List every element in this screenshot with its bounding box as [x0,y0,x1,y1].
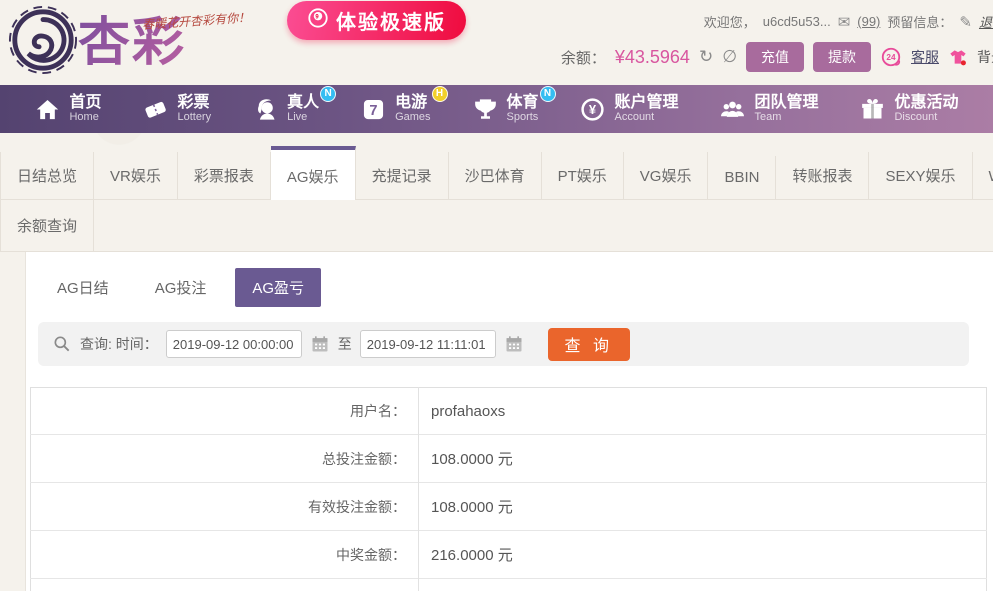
datetime-to-input[interactable] [359,330,496,358]
row-value: 108.0000 元 [419,579,987,591]
tab-balance-query[interactable]: 余额查询 [0,200,95,251]
edit-icon[interactable]: ✎ [959,13,972,31]
table-row: 有效投注金额： 108.0000 元 [30,482,987,531]
mail-icon[interactable]: ✉ [838,13,851,31]
team-people-icon [719,96,746,123]
new-badge: N [539,85,556,102]
tab-wm[interactable]: WM娱乐 [973,152,993,199]
subtab-ag-profit[interactable]: AG盈亏 [235,268,322,307]
nav-item-games[interactable]: 7 电游 Games H [360,85,448,123]
content-panel: AG日结 AG投注 AG盈亏 查询: 时间： 至 [25,252,993,591]
svg-text:9: 9 [315,14,320,20]
logo-icon [8,5,78,80]
tab-lottery-report[interactable]: 彩票报表 [178,152,271,199]
tab-vr[interactable]: VR娱乐 [94,152,178,199]
home-icon [34,96,61,123]
trophy-icon [472,96,499,123]
nav-item-live[interactable]: 真人 Live N [252,85,337,123]
site-header: 杏彩 春暖花开杏彩有你！ 9 体验极速版 欢迎您， u6cd5u53... ✉ … [0,0,993,85]
calendar-icon[interactable] [504,334,524,354]
row-label: 用户名： [30,387,419,435]
balance-value: ¥43.5964 [614,46,690,67]
user-info-row: 欢迎您， u6cd5u53... ✉ (99) 预留信息： ✎ 退出 [561,12,993,31]
tab-bbin[interactable]: BBIN [708,156,777,199]
search-icon [52,334,72,354]
row-value: 108.0000 元 [431,499,513,516]
tab-deposit-withdraw[interactable]: 充提记录 [356,152,449,199]
svg-text:7: 7 [369,103,377,119]
nav-item-account[interactable]: ¥ 账户管理 Account [579,94,679,123]
table-row: 中奖金额： 216.0000 元 [30,530,987,579]
query-button[interactable]: 查 询 [547,327,630,361]
message-label: 预留信息： [887,15,953,30]
svg-text:¥: ¥ [589,102,597,117]
withdraw-button[interactable]: 提款 [813,42,871,72]
nav-item-discount[interactable]: 优惠活动 Discount [859,94,958,123]
svg-text:24: 24 [886,53,896,62]
main-nav: 首页 Home 彩票 Lottery 真人 Live N 7 电游 Games … [0,85,993,133]
table-row: 用户名： profahaoxs [30,387,987,435]
row-value: 216.0000 元 [431,547,513,564]
hot-badge: H [431,85,448,102]
service-24-icon: 24 [880,46,902,68]
recharge-button[interactable]: 充值 [746,42,804,72]
row-label: 中奖金额： [30,530,419,579]
query-time-label: 查询: 时间： [80,336,158,352]
tab-daily-overview[interactable]: 日结总览 [0,152,95,199]
row-label: 总投注金额： [30,434,419,483]
shirt-icon [948,47,968,67]
table-row: 盈亏金额： 108.0000 元 [30,578,987,591]
tab-transfer-report[interactable]: 转账报表 [776,152,870,199]
mail-count-link[interactable]: (99) [857,14,880,29]
nav-item-sports[interactable]: 体育 Sports N [472,85,556,123]
header-user-area: 欢迎您， u6cd5u53... ✉ (99) 预留信息： ✎ 退出 余额： ¥… [561,12,993,72]
nav-item-lottery[interactable]: 彩票 Lottery [142,94,211,123]
logout-link[interactable]: 退出 [979,12,993,31]
coin-yen-icon: ¥ [579,96,606,123]
balance-row: 余额： ¥43.5964 ↻ ∅ 充值 提款 24 客服 背景 [561,42,993,72]
to-label: 至 [337,336,352,352]
speed-version-badge[interactable]: 9 体验极速版 [287,1,466,40]
ball-icon: 9 [307,7,329,35]
welcome-label: 欢迎您， [703,15,756,30]
customer-service-link[interactable]: 客服 [911,47,939,67]
datetime-from-input[interactable] [165,330,302,358]
report-tabs-row2: 余额查询 [0,200,993,252]
balance-label: 余额： [560,49,606,67]
calendar-icon[interactable] [310,334,330,354]
games-7-icon: 7 [360,96,387,123]
speed-badge-label: 体验极速版 [336,12,446,34]
ticket-icon [142,96,169,123]
tab-pt[interactable]: PT娱乐 [542,152,624,199]
subtab-ag-bets[interactable]: AG投注 [138,268,224,307]
refresh-icon[interactable]: ↻ [699,47,713,67]
gift-icon [859,96,886,123]
new-badge: N [320,85,337,102]
report-tabstrip: 日结总览 VR娱乐 彩票报表 AG娱乐 充提记录 沙巴体育 PT娱乐 VG娱乐 … [0,133,993,252]
profit-report-table: 用户名： profahaoxs 总投注金额： 108.0000 元 有效投注金额… [30,387,987,591]
report-tabs-row1: 日结总览 VR娱乐 彩票报表 AG娱乐 充提记录 沙巴体育 PT娱乐 VG娱乐 … [0,146,993,200]
row-value: 108.0000 元 [431,451,513,468]
background-link[interactable]: 背景 [977,47,993,67]
tab-ag[interactable]: AG娱乐 [270,146,356,200]
tab-saba-sports[interactable]: 沙巴体育 [449,152,542,199]
nav-item-team[interactable]: 团队管理 Team [719,94,818,123]
table-row: 总投注金额： 108.0000 元 [30,434,987,483]
ag-subtabs: AG日结 AG投注 AG盈亏 [26,252,993,307]
row-label: 有效投注金额： [30,482,419,531]
row-value: profahaoxs [431,402,506,420]
nav-item-home[interactable]: 首页 Home [34,94,102,123]
live-dealer-icon [252,96,279,123]
username: u6cd5u53... [762,14,831,29]
subtab-ag-daily[interactable]: AG日结 [40,268,126,307]
query-bar: 查询: 时间： 至 查 询 [38,322,969,366]
tab-sexy[interactable]: SEXY娱乐 [869,152,973,199]
row-label: 盈亏金额： [30,578,419,591]
tab-vg[interactable]: VG娱乐 [624,152,709,199]
eye-off-icon[interactable]: ∅ [722,47,737,67]
